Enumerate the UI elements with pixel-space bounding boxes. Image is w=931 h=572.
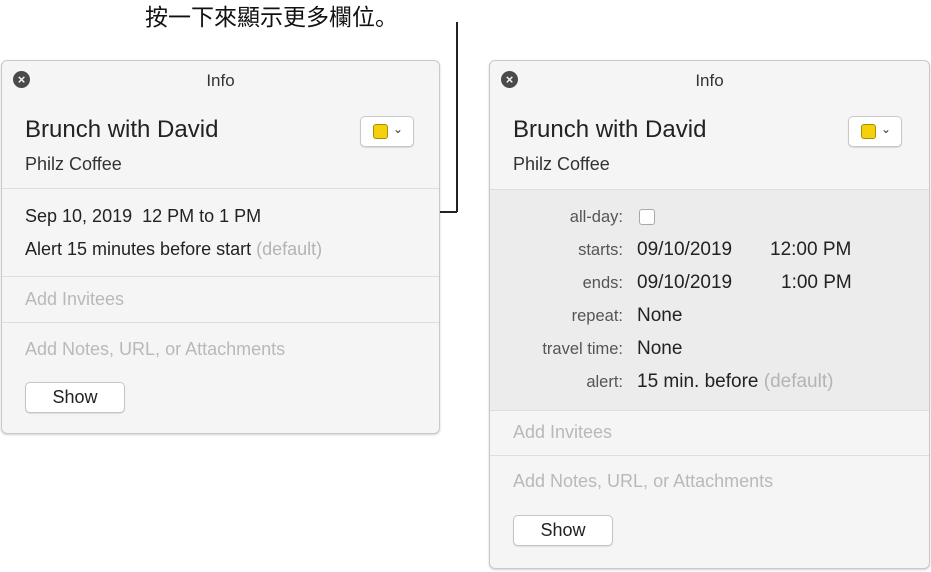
panel-title: Info	[206, 71, 235, 90]
repeat-label: repeat:	[571, 307, 623, 325]
travel-time-value[interactable]: None	[637, 338, 682, 360]
alert-label: alert:	[586, 373, 623, 391]
info-popover-expanded: × Info Brunch with David Philz Coffee ⌄ …	[489, 60, 930, 569]
event-location[interactable]: Philz Coffee	[25, 154, 122, 175]
divider	[2, 188, 439, 189]
ends-label: ends:	[582, 274, 623, 292]
ends-row: ends: 09/10/2019 1:00 PM	[490, 272, 929, 304]
divider	[490, 455, 929, 456]
repeat-row: repeat: None	[490, 305, 929, 337]
event-datetime[interactable]: Sep 10, 2019 12 PM to 1 PM	[25, 206, 261, 227]
alert-default-tag: (default)	[256, 239, 323, 259]
event-title[interactable]: Brunch with David	[25, 116, 218, 144]
callout-label: 按一下來顯示更多欄位。	[145, 5, 398, 31]
alert-row: alert: 15 min. before (default)	[490, 371, 929, 403]
alert-default-tag: (default)	[763, 371, 834, 392]
add-notes-field[interactable]: Add Notes, URL, or Attachments	[513, 471, 773, 492]
show-button[interactable]: Show	[25, 382, 125, 413]
calendar-color-picker[interactable]: ⌄	[848, 116, 902, 147]
starts-label: starts:	[578, 241, 623, 259]
alert-value[interactable]: 15 min. before (default)	[637, 371, 833, 393]
event-alert-summary[interactable]: Alert 15 minutes before start (default)	[25, 239, 322, 260]
starts-row: starts: 09/10/2019 12:00 PM	[490, 239, 929, 271]
info-popover-collapsed: × Info Brunch with David Philz Coffee ⌄ …	[1, 60, 440, 434]
alert-text: Alert 15 minutes before start	[25, 239, 252, 259]
calendar-color-swatch	[861, 124, 876, 139]
panel-title: Info	[695, 71, 724, 90]
travel-time-row: travel time: None	[490, 338, 929, 370]
event-title[interactable]: Brunch with David	[513, 116, 706, 144]
chevron-down-icon: ⌄	[881, 122, 892, 136]
starts-time[interactable]: 12:00 PM	[770, 239, 851, 261]
event-details-section: all-day: starts: 09/10/2019 12:00 PM end…	[490, 190, 929, 410]
divider	[2, 276, 439, 277]
chevron-down-icon: ⌄	[393, 122, 404, 136]
repeat-value[interactable]: None	[637, 305, 682, 327]
travel-time-label: travel time:	[542, 340, 623, 358]
add-invitees-field[interactable]: Add Invitees	[25, 289, 124, 310]
alert-value-text: 15 min. before	[637, 371, 759, 392]
add-notes-field[interactable]: Add Notes, URL, or Attachments	[25, 339, 285, 360]
callout-line	[456, 22, 458, 212]
add-invitees-field[interactable]: Add Invitees	[513, 422, 612, 443]
calendar-color-swatch	[373, 124, 388, 139]
allday-label: all-day:	[569, 208, 623, 226]
divider	[2, 322, 439, 323]
starts-date[interactable]: 09/10/2019	[637, 239, 732, 261]
ends-date[interactable]: 09/10/2019	[637, 272, 732, 294]
ends-time[interactable]: 1:00 PM	[781, 272, 852, 294]
divider	[490, 410, 929, 411]
show-button[interactable]: Show	[513, 515, 613, 546]
event-location[interactable]: Philz Coffee	[513, 154, 610, 175]
calendar-color-picker[interactable]: ⌄	[360, 116, 414, 147]
allday-checkbox[interactable]	[639, 209, 655, 225]
allday-row: all-day:	[490, 208, 929, 238]
